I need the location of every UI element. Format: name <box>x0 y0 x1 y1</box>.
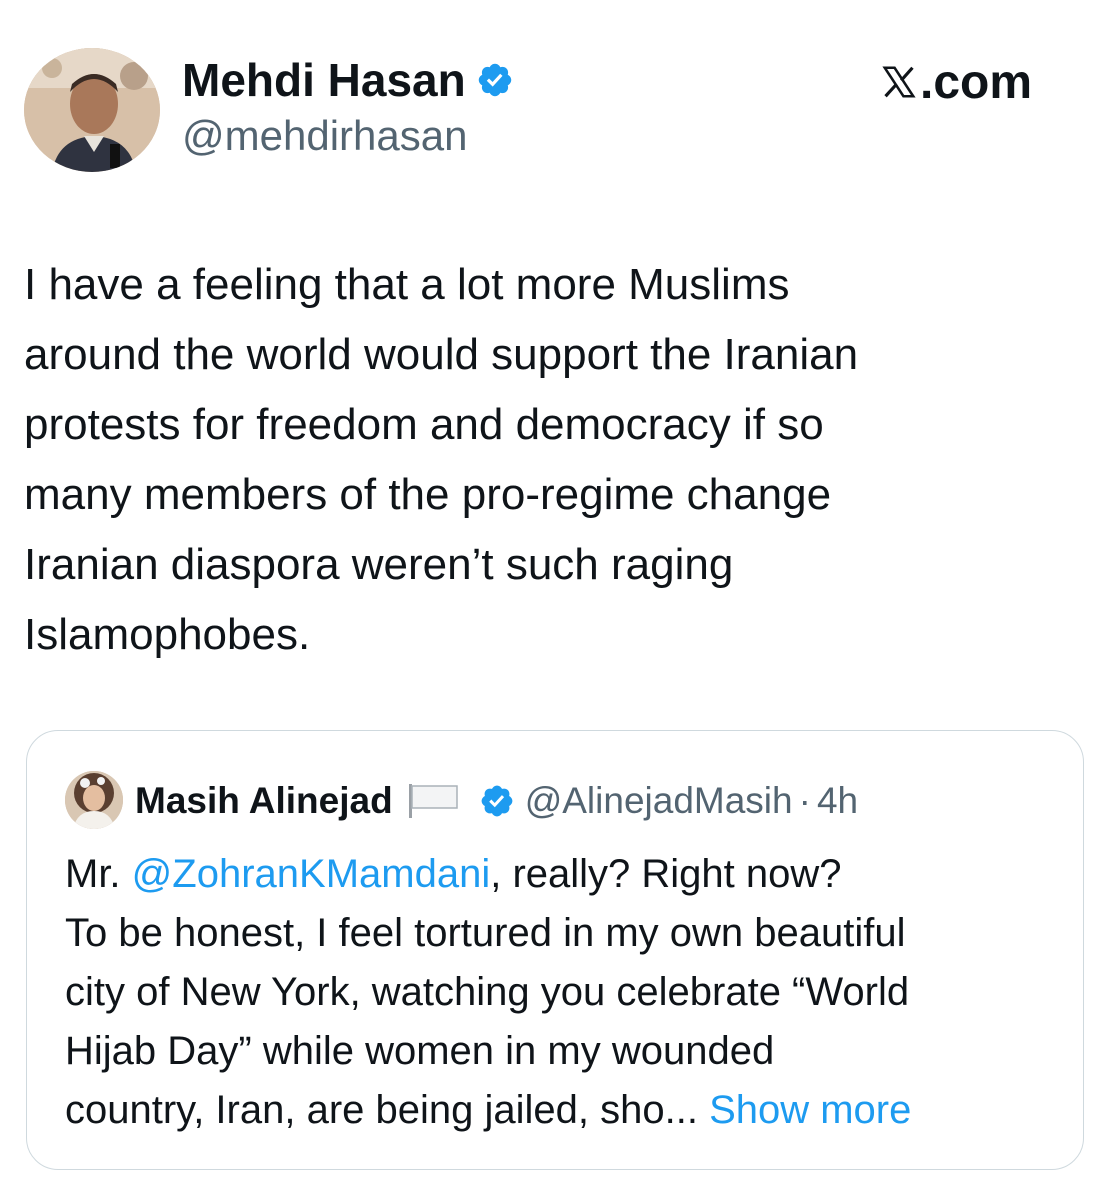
tweet-text-line: protests for freedom and democracy if so <box>24 400 824 449</box>
quoted-author-handle[interactable]: @AlinejadMasih <box>525 780 793 822</box>
white-flag-icon <box>408 784 458 818</box>
quoted-tweet-card[interactable]: Masih Alinejad @AlinejadMasih · 4h Mr. @… <box>26 730 1084 1170</box>
verified-badge-icon <box>481 785 513 817</box>
quoted-text-prefix: Mr. <box>65 852 132 896</box>
quoted-tweet-header: Masih Alinejad @AlinejadMasih · 4h <box>135 773 858 829</box>
author-avatar[interactable] <box>24 48 160 172</box>
x-logo-icon <box>882 66 916 98</box>
quoted-text-line: country, Iran, are being jailed, sho... … <box>65 1081 1065 1140</box>
quoted-text-line: city of New York, watching you celebrate… <box>65 970 910 1014</box>
separator-dot: · <box>798 780 811 821</box>
author-handle[interactable]: @mehdirhasan <box>182 110 467 162</box>
show-more-link[interactable]: Show more <box>698 1088 911 1132</box>
author-name-text: Mehdi Hasan <box>182 54 466 106</box>
brand-text: .com <box>920 55 1033 109</box>
tweet-text-line: Iranian diaspora weren’t such raging <box>24 540 734 589</box>
quoted-tweet-text: Mr. @ZohranKMamdani, really? Right now? … <box>65 845 1065 1140</box>
quoted-tweet-time[interactable]: 4h <box>817 780 858 822</box>
tweet-text-line: Islamophobes. <box>24 610 311 659</box>
tweet-text-line: many members of the pro-regime change <box>24 470 832 519</box>
quoted-text-line: Mr. @ZohranKMamdani, really? Right now? <box>65 845 1065 904</box>
profile-photo <box>24 48 160 172</box>
quoted-text-line: To be honest, I feel tortured in my own … <box>65 911 906 955</box>
quoted-author-avatar[interactable] <box>65 771 123 829</box>
truncation-ellipsis: ... <box>664 1088 698 1132</box>
quoted-author-name[interactable]: Masih Alinejad <box>135 780 393 822</box>
tweet-text-line: I have a feeling that a lot more Muslims <box>24 260 790 309</box>
mention-link[interactable]: @ZohranKMamdani <box>132 852 491 896</box>
verified-badge-icon <box>478 63 511 97</box>
tweet-text-line: around the world would support the Irani… <box>24 330 859 379</box>
brand-watermark: .com <box>880 54 1032 110</box>
quoted-text-last: country, Iran, are being jailed, sho <box>65 1088 665 1132</box>
author-name[interactable]: Mehdi Hasan <box>182 52 514 108</box>
quoted-text-suffix: , really? Right now? <box>490 852 842 896</box>
tweet-text: I have a feeling that a lot more Muslims… <box>24 250 1084 670</box>
profile-photo <box>65 771 123 829</box>
quoted-text-line: Hijab Day” while women in my wounded <box>65 1029 775 1073</box>
